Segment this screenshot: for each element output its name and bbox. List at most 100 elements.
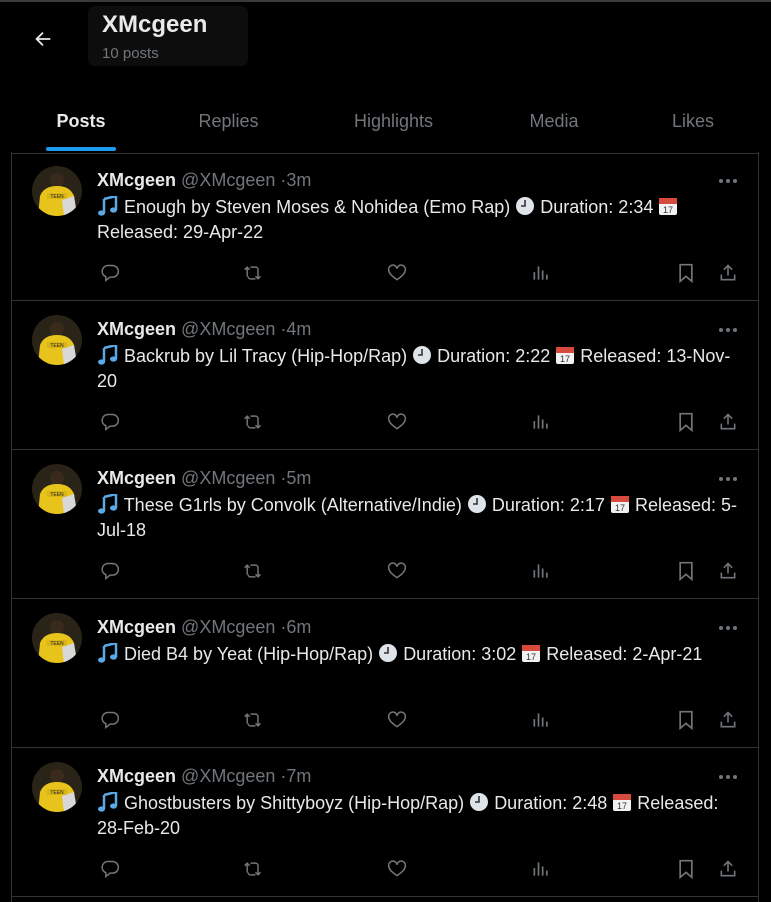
more-button[interactable] [708,166,748,196]
avatar[interactable]: TEEN [32,315,82,365]
svg-text:17: 17 [615,503,625,513]
post-actions [97,856,747,882]
author-handle[interactable]: @XMcgeen [181,617,275,637]
views-button[interactable] [528,707,554,733]
post[interactable]: TEEN XMcgeen @XMcgeen ·5m These G1rls by… [12,450,758,599]
avatar[interactable]: TEEN [32,613,82,663]
like-button[interactable] [384,260,410,286]
tab-media[interactable]: Media [481,90,627,153]
more-horizontal-icon [718,774,738,780]
author-handle[interactable]: @XMcgeen [181,319,275,339]
reply-button[interactable] [97,707,123,733]
bookmark-button[interactable] [673,260,699,286]
repost-button[interactable] [240,409,266,435]
more-button[interactable] [708,762,748,792]
avatar[interactable]: TEEN [32,166,82,216]
post-actions [97,409,747,435]
music-note-icon [97,345,119,365]
like-button[interactable] [384,707,410,733]
svg-text:17: 17 [560,354,570,364]
post-time[interactable]: 4m [286,319,311,339]
like-button[interactable] [384,856,410,882]
repost-button[interactable] [240,707,266,733]
share-button[interactable] [715,260,741,286]
repost-button[interactable] [240,558,266,584]
active-tab-indicator [46,147,116,151]
bookmark-button[interactable] [673,558,699,584]
author-name[interactable]: XMcgeen [97,319,176,339]
tab-replies[interactable]: Replies [151,90,306,153]
reply-icon [100,710,120,730]
svg-text:TEEN: TEEN [50,492,64,498]
repost-icon [242,859,264,879]
svg-text:17: 17 [663,205,673,215]
post[interactable]: TEEN XMcgeen @XMcgeen ·4m Backrub by Lil… [12,301,758,450]
bookmark-icon [677,412,695,432]
author-name[interactable]: XMcgeen [97,170,176,190]
author-handle[interactable]: @XMcgeen [181,468,275,488]
post-time[interactable]: 7m [286,766,311,786]
song-info: Enough by Steven Moses & Nohidea (Emo Ra… [124,197,511,217]
bookmark-button[interactable] [673,707,699,733]
like-button[interactable] [384,558,410,584]
more-button[interactable] [708,464,748,494]
post-text: Backrub by Lil Tracy (Hip-Hop/Rap) Durat… [97,344,742,394]
bookmark-button[interactable] [673,409,699,435]
reply-button[interactable] [97,260,123,286]
share-button[interactable] [715,409,741,435]
back-button[interactable] [20,16,66,62]
feed-right-border [758,152,759,902]
share-button[interactable] [715,856,741,882]
author-name[interactable]: XMcgeen [97,617,176,637]
post[interactable]: TEEN XMcgeen @XMcgeen ·3m Enough by Stev… [12,152,758,301]
post[interactable]: TEEN XMcgeen @XMcgeen ·6m Died B4 by Yea… [12,599,758,748]
views-button[interactable] [528,260,554,286]
more-button[interactable] [708,613,748,643]
author-name[interactable]: XMcgeen [97,468,176,488]
bookmark-button[interactable] [673,856,699,882]
reply-button[interactable] [97,409,123,435]
svg-text:17: 17 [617,801,627,811]
avatar[interactable]: TEEN [32,464,82,514]
music-note-icon [97,643,119,663]
profile-name: XMcgeen [102,11,208,38]
share-icon [718,263,738,283]
tab-posts[interactable]: Posts [11,90,151,153]
reply-button[interactable] [97,558,123,584]
heart-icon [387,859,407,879]
calendar-icon: 17 [521,643,541,663]
music-note-icon [97,792,119,812]
views-button[interactable] [528,558,554,584]
avatar[interactable]: TEEN [32,762,82,812]
repost-button[interactable] [240,856,266,882]
post-time[interactable]: 5m [286,468,311,488]
views-button[interactable] [528,409,554,435]
more-button[interactable] [708,315,748,345]
repost-button[interactable] [240,260,266,286]
repost-icon [242,263,264,283]
author-name[interactable]: XMcgeen [97,766,176,786]
author-handle[interactable]: @XMcgeen [181,170,275,190]
post-time[interactable]: 3m [286,170,311,190]
tab-highlights[interactable]: Highlights [306,90,481,153]
share-icon [718,412,738,432]
share-button[interactable] [715,707,741,733]
like-button[interactable] [384,409,410,435]
post-time[interactable]: 6m [286,617,311,637]
post-header: XMcgeen @XMcgeen ·3m [97,170,311,191]
repost-icon [242,710,264,730]
calendar-icon: 17 [555,345,575,365]
more-horizontal-icon [718,625,738,631]
share-button[interactable] [715,558,741,584]
more-horizontal-icon [718,327,738,333]
bookmark-icon [677,561,695,581]
reply-button[interactable] [97,856,123,882]
post[interactable]: TEEN XMcgeen @XMcgeen ·7m Ghostbusters b… [12,748,758,897]
tab-label: Posts [56,111,106,131]
author-handle[interactable]: @XMcgeen [181,766,275,786]
post-header: XMcgeen @XMcgeen ·6m [97,617,311,638]
svg-text:TEEN: TEEN [50,641,64,647]
tab-likes[interactable]: Likes [627,90,759,153]
views-icon [531,859,551,879]
views-button[interactable] [528,856,554,882]
